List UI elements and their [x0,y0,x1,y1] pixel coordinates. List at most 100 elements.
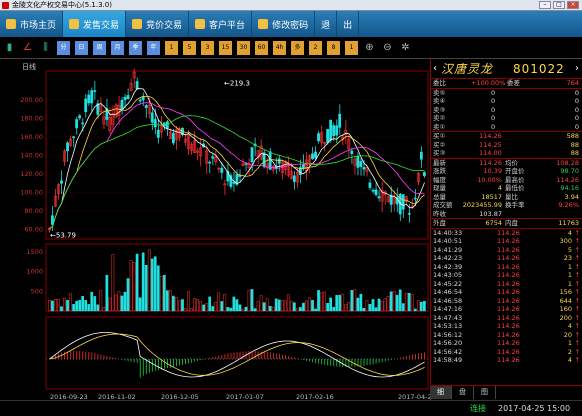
tick-volume: 1 [567,271,572,279]
volume-bar [350,290,354,312]
toolbar-btn-11[interactable]: 3 [201,40,214,55]
toolbar-btn-14[interactable]: 60 [255,40,268,55]
volume-bar [317,290,320,312]
candle-body [350,150,354,155]
volume-bar [289,300,293,312]
toolbar-btn-6[interactable]: 月 [111,40,124,55]
price-tick-label: 160.00 [20,133,43,141]
volume-bar [150,258,154,312]
nav-item-3[interactable]: 客户平台 [189,11,253,37]
candle-body [419,151,423,160]
price-tick-label: 100.00 [20,189,43,197]
volume-bar [81,296,85,312]
volume-bar [314,308,317,312]
toolbar-btn-4[interactable]: 日 [75,40,88,55]
volume-bar [283,300,287,312]
label: 昨收 [433,209,446,218]
zoom-out-icon[interactable]: ⊖ [381,41,394,55]
volume-bar [141,252,145,312]
volume-bar [181,299,184,312]
toolbar-btn-17[interactable]: 2 [309,40,322,55]
volume-bar [156,265,160,312]
value: 764 [566,79,579,87]
maximize-icon[interactable]: □ [553,1,565,9]
volume-bar [332,306,336,312]
sell-row: 卖④ 0 0 [431,97,582,106]
side-tabs: 细盘图 [430,385,582,399]
candle-body [302,164,305,169]
tick-row: 14:46:54 114.26 156 ↑ [431,288,582,297]
candle-body [232,182,236,184]
value: 4 [497,184,502,192]
candle-body [262,152,266,168]
volume-bar [308,297,311,312]
toolbar-btn-5[interactable]: 周 [93,40,106,55]
volume-bar [63,297,66,312]
next-stock-icon[interactable]: › [575,59,579,79]
nav-item-2[interactable]: 竞价交易 [126,11,190,37]
tick-volume: 644 [559,296,572,305]
gear-icon[interactable]: ✲ [399,41,412,55]
toolbar-btn-18[interactable]: 8 [327,40,340,55]
volume-bar [253,308,257,312]
nav-item-6[interactable]: 出 [337,11,360,37]
volume-bar [401,303,405,312]
toolbar-btn-13[interactable]: 30 [237,40,250,55]
toolbar-btn-12[interactable]: 15 [219,40,232,55]
volume-bar [259,295,263,312]
zoom-in-icon[interactable]: ⊕ [363,41,376,55]
stock-name-bar: ‹ 汉唐灵龙 801022 › [431,59,582,79]
toolbar-btn-8[interactable]: 年 [147,40,160,55]
candle-icon[interactable]: ⫼ [39,41,52,55]
candle-body [123,96,127,101]
minimize-icon[interactable]: – [539,1,551,9]
volume-bar [138,297,142,312]
quote-row: 最新 114.26 均价 108.28 [431,159,582,168]
bar-chart-icon[interactable]: ▮ [3,41,16,55]
nav-item-0[interactable]: 市场主页 [0,11,64,37]
candle-body [413,197,417,200]
tick-price: 114.26 [497,330,520,339]
volume-tick-label: 1500 [26,248,43,256]
kline-chart[interactable]: 日线 200.00 180.00 160.00 140.00 120.00 100.00 80… [0,59,436,405]
nav-item-4[interactable]: 修改密码 [252,11,316,37]
toolbar-btn-19[interactable]: 1 [345,40,358,55]
side-tab-1[interactable]: 盘 [452,386,474,399]
close-icon[interactable]: × [567,1,579,9]
volume-bar [93,296,97,312]
side-tab-0[interactable]: 细 [430,386,452,399]
tick-list[interactable]: 14:40:33 114.26 4 ↑ 14:40:51 114.26 300 ↑ 14:41:… [431,229,582,365]
tick-time: 14:46:58 [433,296,463,305]
volume-bar [102,307,106,312]
toolbar-btn-7[interactable]: 季 [129,40,142,55]
toolbar-btn-10[interactable]: 5 [183,40,196,55]
kline-chart-pane[interactable]: 日线 200.00 180.00 160.00 140.00 120.00 100.00 80… [0,59,436,405]
volume-bar [193,298,196,312]
tick-time: 14:56:12 [433,330,463,339]
nav-item-1[interactable]: 发售交易 [63,11,127,37]
volume-bar [144,265,148,312]
tick-row: 14:45:22 114.26 1 ↑ [431,280,582,289]
side-tab-2[interactable]: 图 [474,386,496,399]
volume-bar [165,290,169,312]
volume-bar [377,298,381,312]
tick-price: 114.26 [497,228,520,237]
toolbar-btn-9[interactable]: 1 [165,40,178,55]
value: 94.16 [560,184,579,192]
prev-stock-icon[interactable]: ‹ [433,59,437,79]
nav-item-5[interactable]: 退 [315,11,338,37]
price-tick-label: 140.00 [20,152,43,160]
candle-body [60,180,63,184]
toolbar-btn-15[interactable]: 4h [273,40,286,55]
value: 98.70 [560,167,579,175]
toolbar-btn-3[interactable]: 分 [57,40,70,55]
volume-bar [392,290,396,312]
candle-body [311,153,314,160]
volume-bar [162,275,166,312]
window-title: 金陵文化产权交易中心(5.1.3.0) [12,1,112,9]
line-chart-icon[interactable]: ∠ [21,41,34,55]
tick-time: 14:40:33 [433,228,463,237]
candle-body [78,115,82,119]
volume-bar [211,306,215,312]
toolbar-btn-16[interactable]: 多 [291,40,304,55]
